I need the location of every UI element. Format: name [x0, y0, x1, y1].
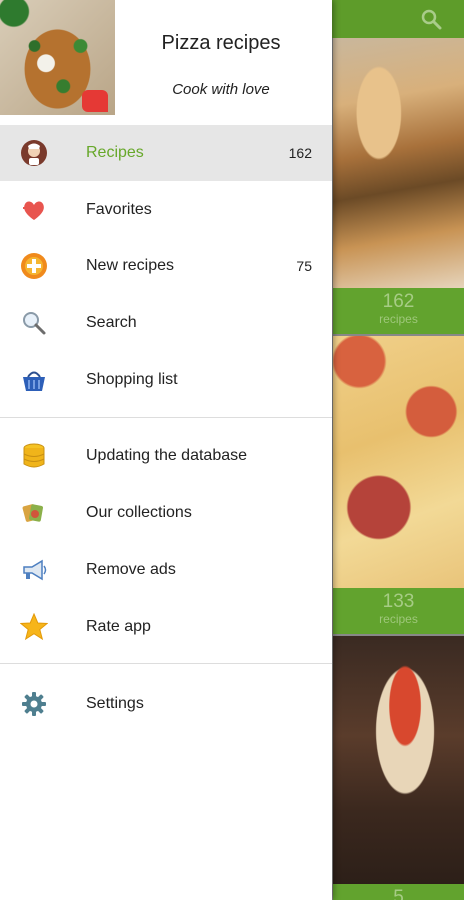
database-icon — [23, 443, 45, 468]
menu-label: Search — [86, 314, 137, 331]
chef-avatar-icon — [21, 140, 47, 166]
menu-divider — [0, 417, 332, 418]
card-image — [333, 636, 464, 886]
category-card[interactable]: 162 recipes — [333, 38, 464, 334]
card-footer: 162 recipes — [333, 288, 464, 334]
card-label: recipes — [379, 312, 418, 326]
toolbar-search-icon[interactable] — [418, 6, 444, 32]
star-icon — [20, 613, 48, 641]
menu-item-remove-ads[interactable]: Remove ads — [0, 542, 332, 598]
menu-item-our-collections[interactable]: Our collections — [0, 485, 332, 541]
card-count: 162 — [382, 291, 415, 312]
heart-icon — [23, 201, 44, 220]
plus-circle-icon — [21, 253, 47, 279]
menu-item-search[interactable]: Search — [0, 295, 332, 351]
menu-item-new-recipes[interactable]: New recipes 75 — [0, 238, 332, 294]
drawer-header: Pizza recipes Cook with love — [0, 0, 332, 124]
navigation-drawer: Pizza recipes Cook with love Recipes 162… — [0, 0, 332, 900]
header-badge-icon — [82, 90, 108, 112]
card-count: 133 — [382, 591, 415, 612]
menu-item-rate-app[interactable]: Rate app — [0, 599, 332, 655]
menu-label: Favorites — [86, 201, 152, 218]
app-title: Pizza recipes — [161, 32, 281, 54]
search-icon — [23, 312, 46, 335]
basket-icon — [23, 371, 45, 391]
menu-count-badge: 162 — [288, 145, 312, 161]
card-label: recipes — [379, 612, 418, 626]
menu-label: Our collections — [86, 504, 192, 521]
category-card[interactable]: 133 recipes — [333, 336, 464, 634]
menu-label: Shopping list — [86, 371, 178, 388]
menu-item-shopping-list[interactable]: Shopping list — [0, 352, 332, 408]
menu-label: New recipes — [86, 257, 175, 274]
menu-divider — [0, 663, 332, 664]
menu-label: Settings — [86, 695, 144, 712]
category-card[interactable]: 5 — [333, 636, 464, 900]
menu-label: Remove ads — [86, 561, 176, 578]
menu-label: Recipes — [86, 144, 144, 161]
menu-item-favorites[interactable]: Favorites — [0, 182, 332, 238]
card-footer: 5 — [333, 884, 464, 900]
card-image — [333, 336, 464, 588]
megaphone-icon — [23, 559, 47, 581]
card-image — [333, 38, 464, 288]
menu-item-recipes[interactable]: Recipes 162 — [0, 125, 332, 181]
app-subtitle: Cook with love — [172, 81, 270, 98]
menu-item-updating-database[interactable]: Updating the database — [0, 428, 332, 484]
pizza-header-image — [0, 0, 115, 115]
gear-icon — [22, 692, 46, 716]
card-footer: 133 recipes — [333, 588, 464, 634]
menu-label: Updating the database — [86, 447, 248, 464]
card-count: 5 — [393, 887, 404, 900]
menu-item-settings[interactable]: Settings — [0, 676, 332, 732]
collections-icon — [22, 504, 43, 522]
menu-count-badge: 75 — [296, 258, 312, 274]
menu-label: Rate app — [86, 618, 151, 635]
